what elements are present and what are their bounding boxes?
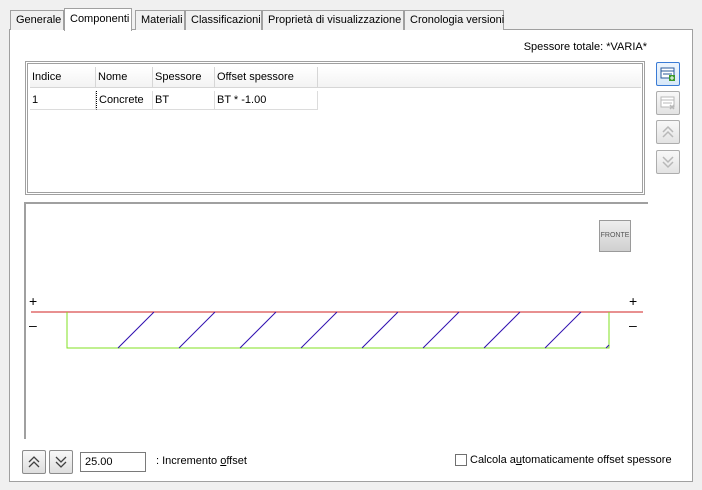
hatch-line [422,311,460,349]
delete-component-button[interactable] [656,91,680,115]
hatch-line [239,311,277,349]
cell-offset-spessore[interactable]: BT * -1.00 [215,91,318,110]
section-preview: FRONTE + – + – [24,202,648,439]
components-dialog: Generale Componenti Materiali Classifica… [0,0,702,490]
delete-component-icon [660,96,675,110]
hatch-line [544,311,582,349]
column-header-offset-spessore[interactable]: Offset spessore [215,67,318,88]
cell-indice[interactable]: 1 [30,91,96,110]
hatch-line [117,311,155,349]
auto-offset-checkbox[interactable] [455,454,467,466]
double-chevron-up-icon [28,456,40,468]
move-up-icon [662,125,674,138]
column-header-nome[interactable]: Nome [96,67,153,88]
column-header-filler [318,67,641,88]
column-header-spessore[interactable]: Spessore [153,67,215,88]
tab-generale[interactable]: Generale [10,10,64,30]
add-component-button[interactable] [656,62,680,86]
hatch-line [178,311,216,349]
hatch-line [361,311,399,349]
double-chevron-down-icon [55,456,67,468]
total-thickness: Spessore totale: *VARIA* [523,41,647,53]
tab-cronologia-versioni[interactable]: Cronologia versioni [404,10,504,30]
cell-spessore[interactable]: BT [153,91,215,110]
cell-nome[interactable]: Concrete [96,91,153,110]
increment-up-button[interactable] [22,450,46,474]
offset-increment-label: : Incremento offset [156,455,247,467]
add-component-icon [660,67,675,81]
components-grid[interactable]: Indice Nome Spessore Offset spessore 1 C… [25,61,645,195]
hatch-line [300,311,338,349]
auto-offset-label[interactable]: Calcola automaticamente offset spessore [470,454,672,466]
move-down-button[interactable] [656,150,680,174]
section-drawing [31,311,643,349]
offset-increment-input[interactable]: 25.00 [80,452,146,472]
move-down-icon [662,156,674,169]
move-up-button[interactable] [656,120,680,144]
increment-down-button[interactable] [49,450,73,474]
tab-materiali[interactable]: Materiali [135,10,185,30]
tab-proprieta-visualizzazione[interactable]: Proprietà di visualizzazione [262,10,404,30]
column-header-indice[interactable]: Indice [30,67,96,88]
layer-hatch [117,311,610,349]
tab-classificazioni[interactable]: Classificazioni [185,10,262,30]
hatch-line [483,311,521,349]
tab-componenti[interactable]: Componenti [64,8,132,31]
